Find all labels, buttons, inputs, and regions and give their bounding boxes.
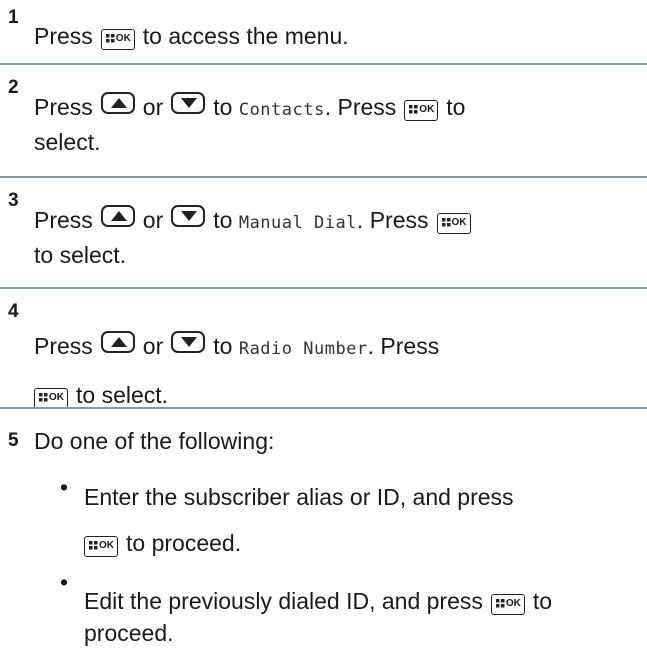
press-text: Press (34, 333, 93, 359)
bullet-text: Edit the previously dialed ID, and press (84, 588, 483, 614)
menu-ok-key-icon: OK (404, 100, 439, 121)
press-text: . Press (324, 94, 397, 120)
bullet-item: Enter the subscriber alias or ID, and pr… (84, 474, 639, 566)
up-arrow-key-icon (100, 92, 135, 114)
step-number: 5 (8, 430, 19, 451)
step-instruction: to select. (34, 242, 127, 268)
to-text: to (446, 94, 466, 120)
step-instruction: select. (34, 129, 101, 155)
ok-key-label: OK (419, 104, 435, 115)
press-text: . Press (356, 207, 429, 233)
step-number: 1 (8, 7, 19, 28)
down-arrow-key-icon (171, 205, 206, 227)
to-text: to (213, 333, 233, 359)
down-arrow-key-icon (171, 331, 206, 353)
to-text: to (213, 94, 233, 120)
step-number: 2 (8, 77, 19, 98)
menu-ok-key-icon: OK (84, 536, 118, 557)
menu-item-name: Radio Number (238, 339, 368, 359)
step-text: Do one of the following: (34, 428, 275, 454)
bullet-text: to proceed. (126, 530, 242, 556)
step-instruction: to access the menu. (142, 23, 349, 49)
bullet-text: proceed. (84, 620, 174, 646)
step-number: 3 (8, 190, 19, 211)
or-text: or (142, 94, 164, 120)
or-text: or (142, 207, 164, 233)
menu-item-name: Contacts (238, 100, 325, 120)
step-text: Press or to Manual Dial. Press OK to select… (34, 204, 639, 271)
menu-ok-key-icon: OK (436, 213, 471, 234)
step-text: Press OK to access the menu. (34, 20, 639, 52)
step-divider (0, 287, 647, 289)
press-text: . Press (367, 333, 440, 359)
step-text: Press or to Radio Number. Press OK to selec… (34, 323, 639, 418)
bullet-marker: • (60, 474, 69, 500)
step-number: 4 (8, 301, 19, 322)
step-text: Press or to Contacts. Press OK to select. (34, 91, 639, 158)
to-text: to (532, 588, 553, 614)
ok-key-label: OK (115, 33, 131, 44)
down-arrow-key-icon (171, 92, 206, 114)
or-text: or (142, 333, 164, 359)
bullet-text: Enter the subscriber alias or ID, and pr… (84, 484, 514, 510)
step-divider (0, 63, 647, 65)
ok-key-label: OK (505, 598, 521, 609)
bullet-marker: • (60, 569, 69, 595)
press-text: Press (34, 23, 93, 49)
step-instruction: to select. (76, 382, 169, 408)
step-divider (0, 176, 647, 178)
step-divider (0, 407, 647, 409)
ok-key-label: OK (451, 217, 467, 228)
ok-key-label: OK (49, 392, 64, 403)
menu-item-name: Manual Dial (238, 213, 357, 233)
press-text: Press (34, 207, 93, 233)
instruction-page: 1 Press OK to access the menu. 2 Press or to… (0, 0, 647, 648)
menu-ok-key-icon: OK (490, 594, 525, 615)
bullet-item: Edit the previously dialed ID, and press… (84, 585, 639, 649)
press-text: Press (34, 94, 93, 120)
up-arrow-key-icon (100, 331, 135, 353)
menu-ok-key-icon: OK (100, 29, 135, 50)
ok-key-label: OK (99, 540, 114, 551)
to-text: to (213, 207, 233, 233)
up-arrow-key-icon (100, 205, 135, 227)
menu-ok-key-icon: OK (34, 388, 68, 409)
